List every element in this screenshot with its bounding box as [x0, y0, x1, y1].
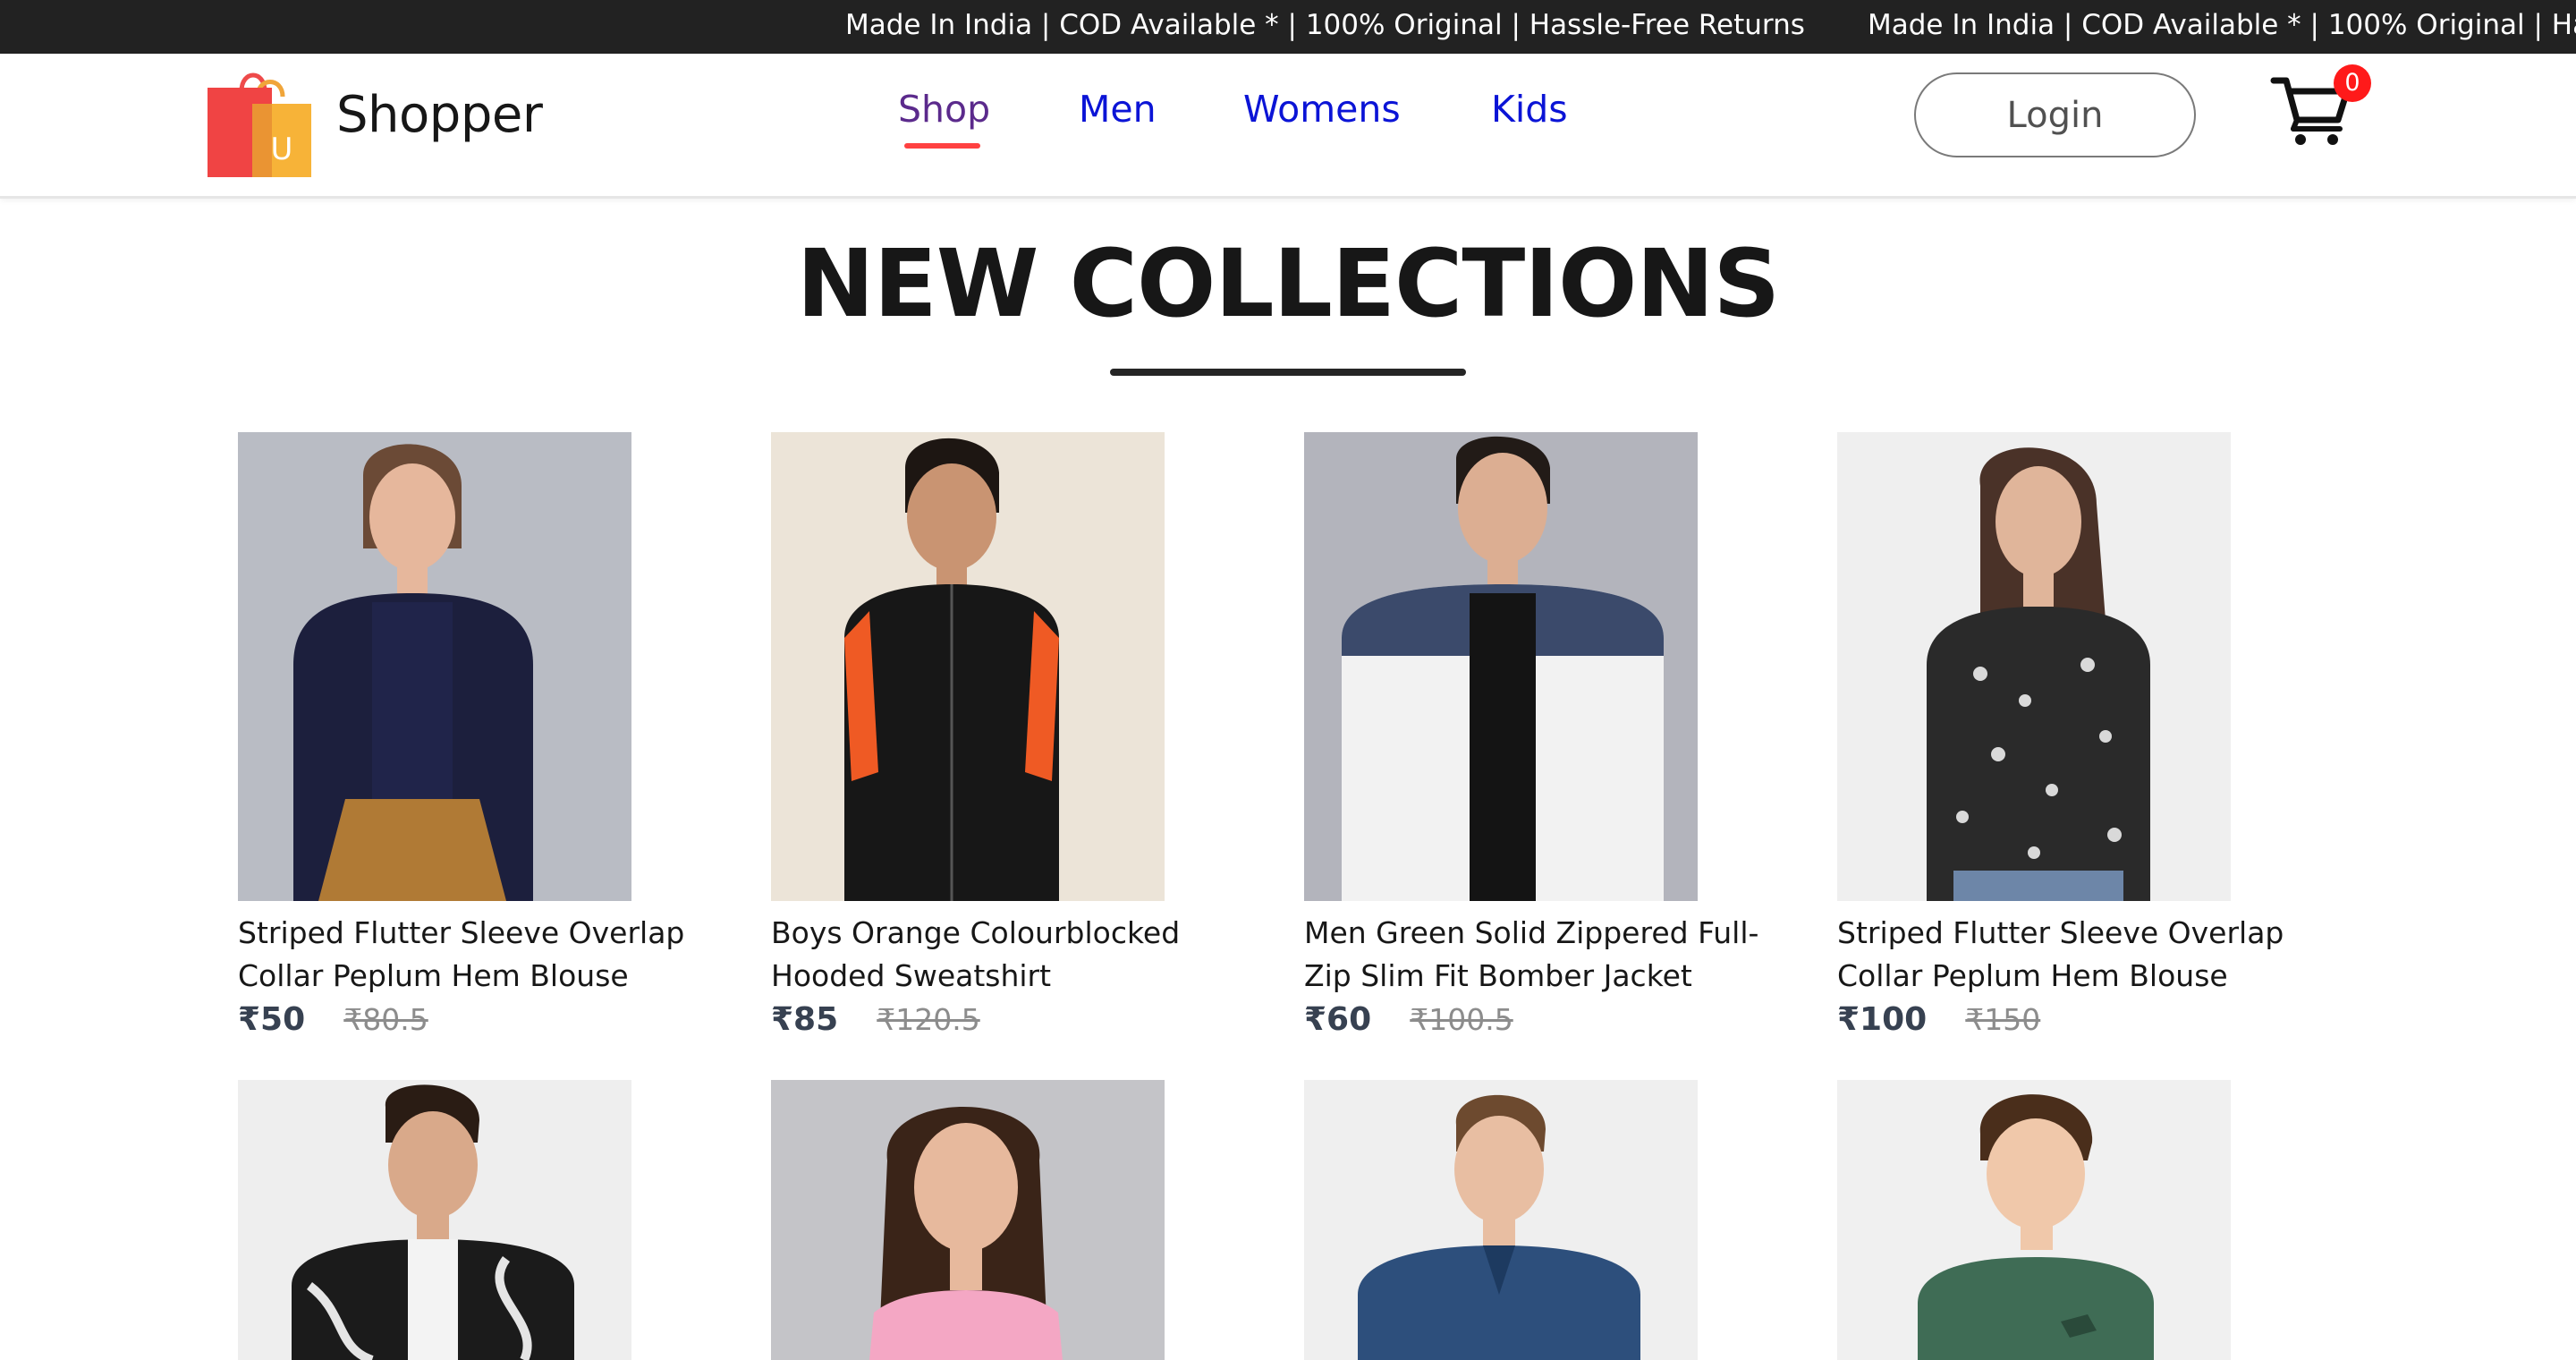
- section-title: NEW COLLECTIONS: [796, 229, 1781, 338]
- product-card[interactable]: Men Green Solid Zippered Full-Zip Slim F…: [1304, 432, 1805, 1044]
- product-card[interactable]: [1304, 1080, 1805, 1360]
- product-old-price: ₹80.5: [343, 1002, 428, 1037]
- product-name[interactable]: Men Green Solid Zippered Full-Zip Slim F…: [1304, 912, 1805, 998]
- product-image[interactable]: [238, 1080, 631, 1360]
- product-name[interactable]: Boys Orange Colourblocked Hooded Sweatsh…: [771, 912, 1272, 998]
- product-new-price: ₹50: [238, 1001, 306, 1038]
- shopping-bag-logo-icon[interactable]: U: [208, 64, 317, 177]
- brand-name[interactable]: Shopper: [336, 86, 543, 144]
- site-header: U Shopper Shop Men Womens Kids Login 0: [0, 54, 2576, 199]
- product-card[interactable]: Boys Orange Colourblocked Hooded Sweatsh…: [771, 432, 1272, 1044]
- product-card[interactable]: [1837, 1080, 2338, 1360]
- announcement-text-repeat: Made In India | COD Available * | 100% O…: [1868, 9, 2576, 41]
- cart-count-badge: 0: [2334, 64, 2371, 102]
- nav-kids[interactable]: Kids: [1491, 88, 1568, 131]
- product-image[interactable]: [1304, 432, 1698, 901]
- product-image[interactable]: [1837, 1080, 2231, 1360]
- product-prices: ₹100 ₹150: [1837, 1001, 2338, 1044]
- product-new-price: ₹100: [1837, 1001, 1928, 1038]
- product-old-price: ₹150: [1965, 1002, 2041, 1037]
- product-card[interactable]: [771, 1080, 1272, 1360]
- product-name[interactable]: Striped Flutter Sleeve Overlap Collar Pe…: [1837, 912, 2338, 998]
- announcement-text: Made In India | COD Available * | 100% O…: [845, 9, 1805, 41]
- product-prices: ₹50 ₹80.5: [238, 1001, 739, 1044]
- product-prices: ₹60 ₹100.5: [1304, 1001, 1805, 1044]
- product-image[interactable]: [1837, 432, 2231, 901]
- title-divider: [1110, 369, 1466, 376]
- product-image[interactable]: [771, 1080, 1165, 1360]
- product-image[interactable]: [1304, 1080, 1698, 1360]
- product-image[interactable]: [238, 432, 631, 901]
- svg-text:U: U: [271, 132, 293, 167]
- nav-womens[interactable]: Womens: [1243, 88, 1401, 131]
- product-new-price: ₹85: [771, 1001, 839, 1038]
- product-image[interactable]: [771, 432, 1165, 901]
- product-name[interactable]: Striped Flutter Sleeve Overlap Collar Pe…: [238, 912, 739, 998]
- nav-men[interactable]: Men: [1079, 88, 1157, 131]
- product-card[interactable]: Striped Flutter Sleeve Overlap Collar Pe…: [238, 432, 739, 1044]
- product-new-price: ₹60: [1304, 1001, 1372, 1038]
- login-button[interactable]: Login: [1914, 72, 2196, 157]
- nav-shop[interactable]: Shop: [898, 88, 990, 131]
- nav-active-indicator: [904, 143, 980, 149]
- announcement-bar: Made In India | COD Available * | 100% O…: [0, 0, 2576, 54]
- product-old-price: ₹120.5: [877, 1002, 980, 1037]
- product-card[interactable]: Striped Flutter Sleeve Overlap Collar Pe…: [1837, 432, 2338, 1044]
- product-old-price: ₹100.5: [1410, 1002, 1513, 1037]
- product-card[interactable]: [238, 1080, 739, 1360]
- product-prices: ₹85 ₹120.5: [771, 1001, 1272, 1044]
